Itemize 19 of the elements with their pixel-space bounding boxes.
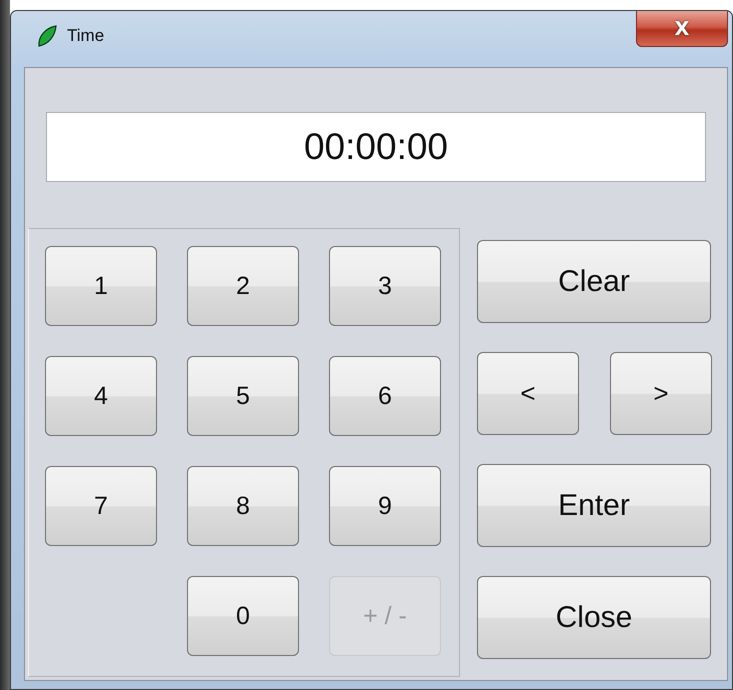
leaf-icon xyxy=(37,25,57,47)
keypad-button[interactable]: 4 xyxy=(45,356,157,436)
keypad-button[interactable]: 7 xyxy=(45,466,157,546)
time-display: 00:00:00 xyxy=(46,112,706,182)
window-close-button[interactable]: X xyxy=(636,11,728,47)
keypad-button[interactable]: 2 xyxy=(187,246,299,326)
keypad-button[interactable]: 1 xyxy=(45,246,157,326)
action-button[interactable]: Clear xyxy=(477,240,711,323)
keypad-button[interactable]: 3 xyxy=(329,246,441,326)
keypad-button[interactable]: 0 xyxy=(187,576,299,656)
keypad-button[interactable]: 9 xyxy=(329,466,441,546)
keypad-button[interactable]: 5 xyxy=(187,356,299,436)
action-button[interactable]: Enter xyxy=(477,464,711,547)
action-button[interactable]: > xyxy=(610,352,712,435)
action-button[interactable]: Close xyxy=(477,576,711,659)
keypad-button[interactable]: 8 xyxy=(187,466,299,546)
window-title: Time xyxy=(67,26,104,46)
action-button[interactable]: < xyxy=(477,352,579,435)
keypad-button[interactable]: 6 xyxy=(329,356,441,436)
